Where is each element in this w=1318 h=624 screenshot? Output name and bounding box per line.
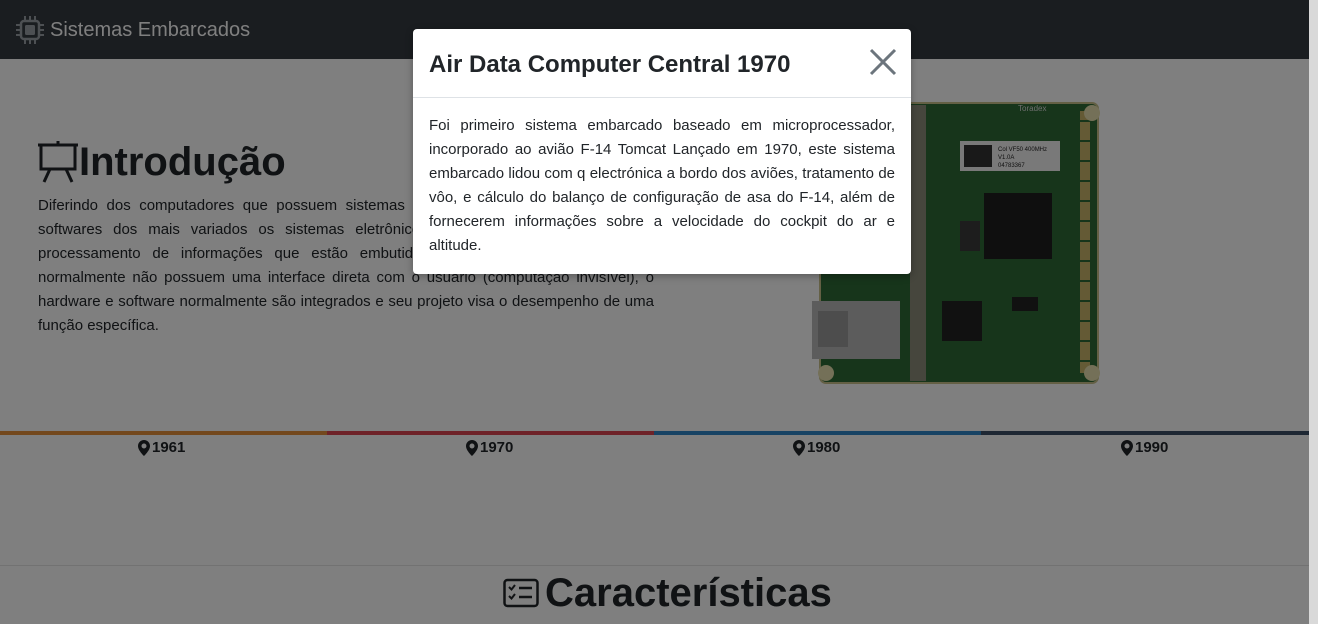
scrollbar[interactable] [1309,0,1318,624]
modal-dialog: Air Data Computer Central 1970 Foi prime… [413,29,911,274]
modal-body: Foi primeiro sistema embarcado baseado e… [429,117,895,254]
modal-header: Air Data Computer Central 1970 [413,29,911,98]
page: Sistemas Embarcados Introdução Diferindo… [0,0,1309,624]
close-icon[interactable] [869,48,897,76]
modal-title: Air Data Computer Central 1970 [429,51,791,78]
